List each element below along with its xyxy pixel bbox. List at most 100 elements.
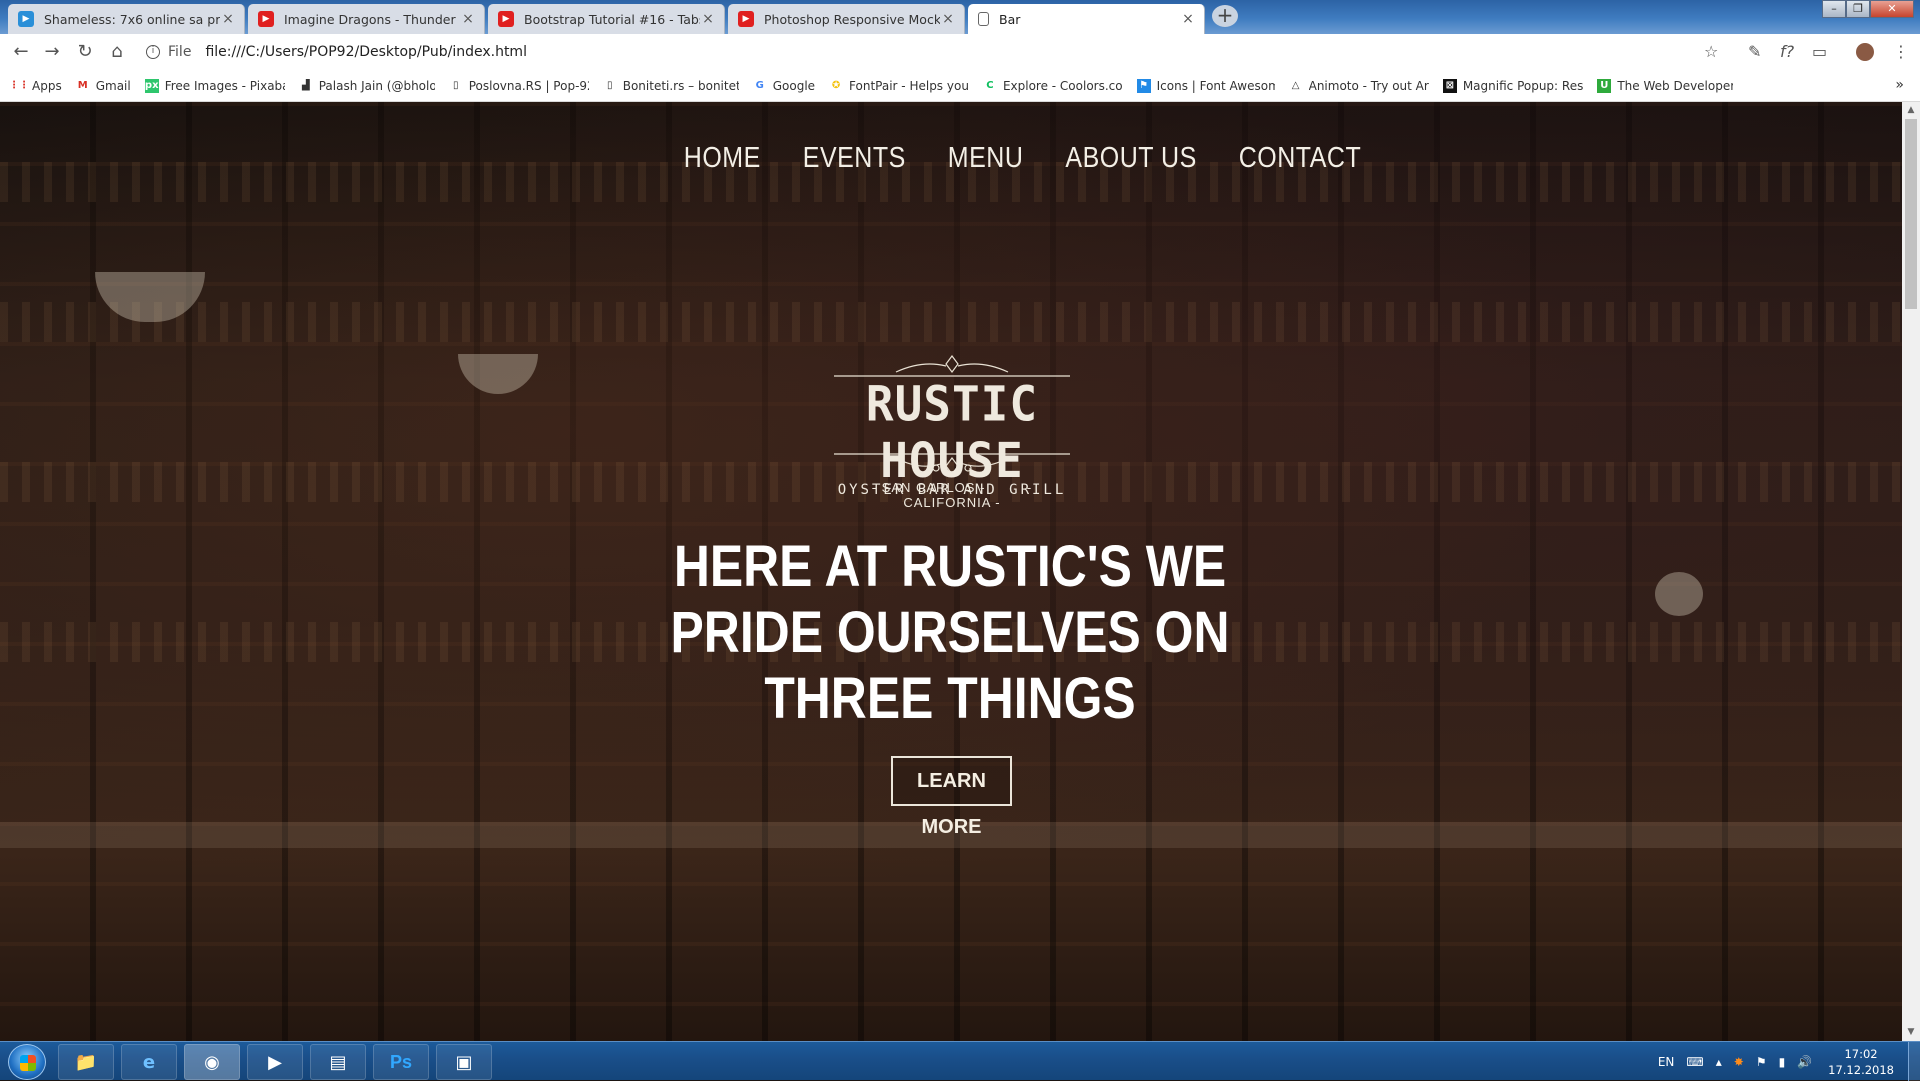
logo: RUSTIC HOUSE OYSTER BAR AND GRILL - SAN … [826, 352, 1078, 510]
folder-icon[interactable]: 📁 [58, 1044, 114, 1080]
browser-tab-active[interactable]: Bar × [968, 4, 1205, 34]
hero-section: HOME EVENTS MENU ABOUT US CONTACT RUSTIC… [0, 102, 1902, 1041]
bookmark-item[interactable]: ⚑ Icons | Font Awesom [1136, 78, 1275, 93]
clock[interactable]: 17:02 17.12.2018 [1828, 1046, 1894, 1078]
browser-toolbar: ← → ↻ ⌂ i File file:///C:/Users/POP92/De… [0, 34, 1920, 70]
learn-more-button[interactable]: LEARN MORE [891, 756, 1012, 838]
show-desktop-button[interactable] [1908, 1042, 1920, 1081]
bookmark-item[interactable]: C Explore - Coolors.co [983, 79, 1122, 93]
address-bar[interactable]: i File file:///C:/Users/POP92/Desktop/Pu… [146, 39, 1716, 65]
close-icon[interactable]: × [1180, 11, 1196, 27]
system-tray: EN ⌨ ▴ ✸ ⚑ ▮ 🔊 17:02 17.12.2018 [1652, 1042, 1920, 1081]
bookmark-item[interactable]: ⋮⋮ Apps [12, 79, 62, 93]
scroll-up-icon[interactable]: ▲ [1902, 102, 1920, 119]
address-url[interactable]: file:///C:/Users/POP92/Desktop/Pub/index… [205, 44, 527, 60]
control-panel-icon[interactable]: ▤ [310, 1044, 366, 1080]
keyboard-icon[interactable]: ⌨ [1686, 1055, 1703, 1069]
youtube-icon: ▶ [498, 11, 514, 27]
start-button[interactable] [8, 1044, 46, 1080]
blue-square-icon: ▶ [18, 11, 34, 27]
bookmark-item[interactable]: G Google [753, 79, 815, 93]
close-icon[interactable]: × [940, 11, 956, 27]
user-icon: ▟ [301, 80, 310, 91]
nav-menu[interactable]: MENU [948, 142, 1024, 175]
profile-avatar[interactable] [1856, 43, 1874, 61]
tab-title: Photoshop Responsive Mockup T [764, 11, 940, 27]
nav-contact[interactable]: CONTACT [1239, 142, 1361, 175]
reload-icon[interactable]: ↻ [73, 41, 97, 63]
photoshop-icon[interactable]: Ps [373, 1044, 429, 1080]
extension-icon[interactable]: ✎ [1748, 42, 1761, 61]
browser-tab[interactable]: ▶ Imagine Dragons - Thunder - You × [248, 4, 485, 34]
youtube-icon: ▶ [738, 11, 754, 27]
ie-icon[interactable]: e [121, 1044, 177, 1080]
window-controls: – ❐ ✕ [1822, 0, 1914, 18]
apps-grid-icon: ⋮⋮ [12, 80, 29, 91]
show-hidden-icons[interactable]: ▴ [1716, 1055, 1722, 1069]
nav-events[interactable]: EVENTS [803, 142, 906, 175]
logo-location-city: - SAN CARLOS - [871, 480, 986, 495]
pixabay-icon: px [144, 78, 159, 93]
menu-dots-icon[interactable]: ⋮ [1893, 42, 1909, 61]
new-tab-button[interactable]: + [1212, 5, 1238, 27]
bookmark-item[interactable]: ▟ Palash Jain (@bholo [299, 79, 435, 93]
scrollbar-thumb[interactable] [1905, 119, 1917, 309]
tab-title: Bar [999, 11, 1021, 27]
bookmark-item[interactable]: ⊠ Magnific Popup: Res [1442, 78, 1583, 93]
browser-tab-strip: ▶ Shameless: 7x6 online sa prevodo × ▶ I… [0, 0, 1920, 34]
logo-location: - SAN CARLOS - - CALIFORNIA - [826, 480, 1078, 510]
star-icon[interactable]: ☆ [1704, 42, 1718, 61]
cast-icon[interactable]: ▭ [1812, 42, 1827, 61]
bookmarks-bar: ⋮⋮ Apps M Gmail px Free Images - Pixaba ▟ Pa… [0, 70, 1920, 102]
close-icon[interactable]: × [460, 11, 476, 27]
browser-tab[interactable]: ▶ Shameless: 7x6 online sa prevodo × [8, 4, 245, 34]
nav-about-us[interactable]: ABOUT US [1065, 142, 1196, 175]
info-icon[interactable]: i [146, 45, 160, 59]
logo-name: RUSTIC HOUSE [865, 375, 1039, 489]
address-scheme: File [168, 44, 192, 60]
antivirus-icon[interactable]: ✸ [1734, 1055, 1744, 1069]
main-nav: HOME EVENTS MENU ABOUT US CONTACT [0, 142, 1902, 175]
coolors-icon: C [986, 80, 994, 91]
close-icon[interactable]: × [220, 11, 236, 27]
bookmark-item[interactable]: ▯ Boniteti.rs – bonitetn [603, 79, 739, 93]
volume-icon[interactable]: 🔊 [1797, 1055, 1812, 1069]
bookmark-item[interactable]: px Free Images - Pixaba [144, 78, 285, 93]
page-icon: ▯ [452, 80, 459, 91]
close-icon[interactable]: × [700, 11, 716, 27]
media-player-icon[interactable]: ▶ [247, 1044, 303, 1080]
home-icon[interactable]: ⌂ [105, 41, 129, 63]
background-lamp [1655, 572, 1703, 616]
bookmark-item[interactable]: M Gmail [76, 79, 131, 93]
gmail-icon: M [77, 80, 88, 91]
bookmark-item[interactable]: △ Animoto - Try out Ar [1289, 79, 1429, 93]
scroll-down-icon[interactable]: ▼ [1902, 1024, 1920, 1041]
close-window-button[interactable]: ✕ [1870, 0, 1914, 18]
chrome-icon[interactable]: ◉ [184, 1044, 240, 1080]
windows-taskbar: 📁 e ◉ ▶ ▤ Ps ▣ EN ⌨ ▴ ✸ ⚑ ▮ 🔊 17:02 17.1… [0, 1041, 1920, 1081]
background-lamp [458, 354, 538, 394]
page-icon [978, 12, 989, 26]
bookmark-item[interactable]: ✪ FontPair - Helps you [829, 79, 969, 93]
restore-button[interactable]: ❐ [1846, 0, 1870, 18]
bookmarks-overflow-icon[interactable]: » [1895, 77, 1904, 93]
image-viewer-icon[interactable]: ▣ [436, 1044, 492, 1080]
fx-extension-icon[interactable]: f? [1780, 42, 1794, 61]
page-scrollbar[interactable]: ▲ ▼ [1902, 102, 1920, 1041]
nav-home[interactable]: HOME [541, 142, 761, 175]
bookmark-item[interactable]: U The Web Developer [1597, 78, 1733, 93]
action-center-flag-icon[interactable]: ⚑ [1756, 1055, 1767, 1069]
forward-arrow-icon[interactable]: → [40, 41, 64, 63]
browser-tab[interactable]: ▶ Photoshop Responsive Mockup T × [728, 4, 965, 34]
hero-headline: HERE AT RUSTIC'S WE PRIDE OURSELVES ON T… [670, 534, 1230, 731]
clock-time: 17:02 [1844, 1046, 1878, 1061]
tab-title: Imagine Dragons - Thunder - You [284, 11, 460, 27]
language-indicator[interactable]: EN [1658, 1055, 1675, 1069]
network-icon[interactable]: ▮ [1779, 1055, 1786, 1069]
back-arrow-icon[interactable]: ← [9, 41, 33, 63]
minimize-button[interactable]: – [1822, 0, 1846, 18]
page-icon: ▯ [606, 80, 613, 91]
bookmark-item[interactable]: ▯ Poslovna.RS | Pop-92 [449, 79, 589, 93]
youtube-icon: ▶ [258, 11, 274, 27]
browser-tab[interactable]: ▶ Bootstrap Tutorial #16 - Tabs and × [488, 4, 725, 34]
